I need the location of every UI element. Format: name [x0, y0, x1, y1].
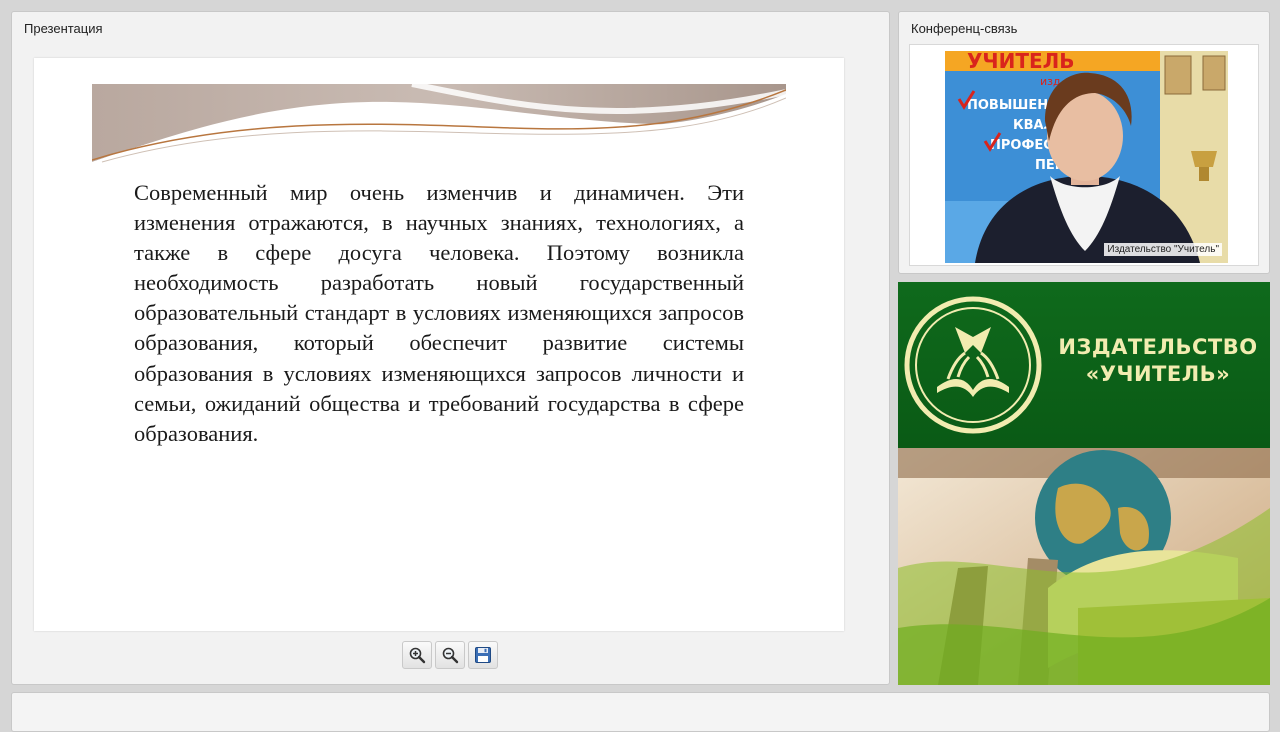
publisher-name-line2: «УЧИТЕЛЬ» [1085, 362, 1231, 386]
publisher-name-line1: ИЗДАТЕЛЬСТВО [1058, 335, 1258, 359]
participant-caption: Издательство "Учитель" [1104, 243, 1222, 256]
video-frame[interactable]: УЧИТЕЛЬ изд ПОВЫШЕНИ КВАЛИ ПРОФЕСС ПЕРЕ … [909, 44, 1259, 266]
slide-body-text: Современный мир очень изменчив и динамич… [134, 180, 744, 446]
participant-video: УЧИТЕЛЬ изд ПОВЫШЕНИ КВАЛИ ПРОФЕСС ПЕРЕ … [945, 51, 1228, 263]
zoom-out-icon [442, 647, 459, 664]
conference-panel-title: Конференц-связь [911, 21, 1018, 36]
floppy-disk-icon [475, 647, 491, 663]
slide-decorative-banner [92, 84, 786, 164]
presentation-panel-title: Презентация [24, 21, 103, 36]
bottom-panel [11, 692, 1270, 732]
book-emblem-icon [904, 296, 1042, 434]
conference-panel: Конференц-связь УЧИТЕЛЬ изд ПОВЫШЕНИ КВА… [898, 11, 1270, 274]
participant-video-image: УЧИТЕЛЬ изд ПОВЫШЕНИ КВАЛИ ПРОФЕСС ПЕРЕ [945, 51, 1228, 263]
save-button[interactable] [468, 641, 498, 669]
zoom-in-icon [409, 647, 426, 664]
books-globe-image [898, 448, 1270, 685]
zoom-out-button[interactable] [435, 641, 465, 669]
backdrop-text-3: ПОВЫШЕНИ [967, 98, 1059, 113]
presentation-panel: Презентация Современный мир очень изменч… [11, 11, 890, 685]
zoom-in-button[interactable] [402, 641, 432, 669]
brand-header: ИЗДАТЕЛЬСТВО «УЧИТЕЛЬ» [898, 282, 1270, 448]
presentation-toolbar [402, 641, 498, 671]
publisher-brand-panel: ИЗДАТЕЛЬСТВО «УЧИТЕЛЬ» [898, 282, 1270, 685]
backdrop-text-1: УЧИТЕЛЬ [967, 51, 1074, 73]
presentation-slide: Современный мир очень изменчив и динамич… [34, 58, 844, 631]
publisher-name: ИЗДАТЕЛЬСТВО «УЧИТЕЛЬ» [1046, 334, 1270, 388]
